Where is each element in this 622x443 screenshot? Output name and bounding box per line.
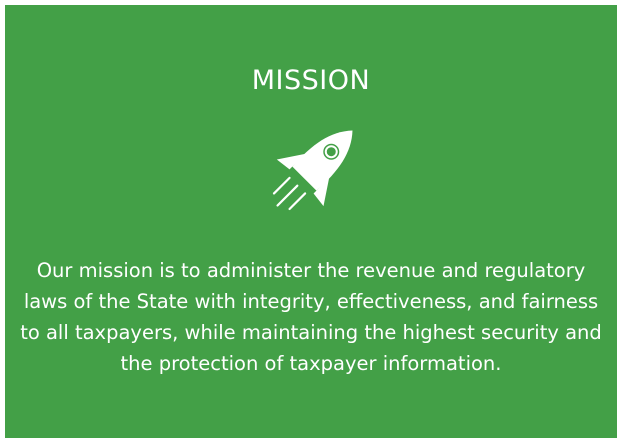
mission-statement: Our mission is to administer the revenue…: [20, 259, 602, 375]
rocket-icon: [272, 130, 353, 211]
mission-title: MISSION: [251, 65, 371, 96]
mission-card: MISSION Our mission is to administer the…: [5, 5, 617, 438]
